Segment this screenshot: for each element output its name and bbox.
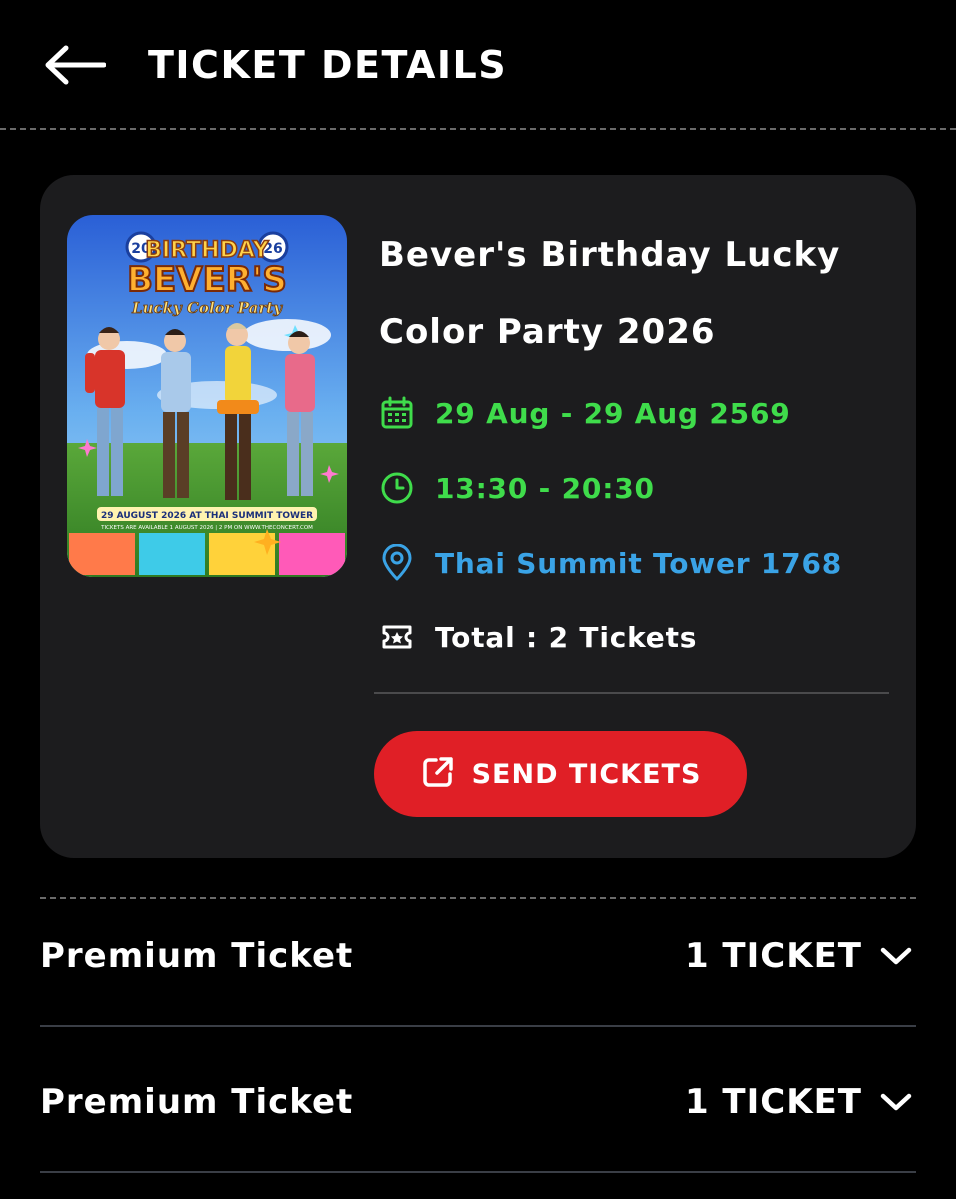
ticket-count: 1 TICKET (684, 1082, 862, 1122)
location-pin-icon (379, 544, 415, 581)
event-venue[interactable]: Thai Summit Tower 1768 (435, 547, 842, 580)
event-title-line-2: Color Party 2026 (379, 312, 716, 352)
ticket-count: 1 TICKET (684, 936, 862, 976)
ticket-name: Premium Ticket (40, 936, 354, 976)
poster-headline-2: BEVER'S (127, 260, 287, 300)
header-divider (0, 128, 956, 130)
event-poster[interactable]: 20 26 BIRTHDAY BEVER'S Lucky Color Party (67, 215, 347, 577)
event-total-row: Total : 2 Tickets (379, 612, 697, 662)
send-tickets-button[interactable]: SEND TICKETS (374, 731, 747, 817)
event-venue-row[interactable]: Thai Summit Tower 1768 (379, 538, 842, 588)
ticket-row[interactable]: Premium Ticket 1 TICKET (40, 1062, 916, 1142)
event-time-row: 13:30 - 20:30 (379, 463, 655, 513)
event-total: Total : 2 Tickets (435, 620, 698, 654)
arrow-left-icon (45, 45, 106, 85)
event-title-line-1: Bever's Birthday Lucky (379, 235, 841, 275)
event-time: 13:30 - 20:30 (435, 471, 655, 505)
chevron-down-icon[interactable] (876, 1082, 916, 1122)
send-tickets-label: SEND TICKETS (471, 758, 702, 790)
event-poster-image: 20 26 BIRTHDAY BEVER'S Lucky Color Party (67, 215, 347, 577)
event-date: 29 Aug - 29 Aug 2569 (435, 396, 791, 430)
clock-icon (379, 470, 415, 506)
external-link-icon (420, 754, 456, 794)
event-card: 20 26 BIRTHDAY BEVER'S Lucky Color Party (40, 175, 916, 858)
header: TICKET DETAILS (0, 0, 956, 130)
poster-footer: TICKETS ARE AVAILABLE 1 AUGUST 2026 | 2 … (100, 525, 313, 531)
poster-banner: 29 AUGUST 2026 AT THAI SUMMIT TOWER (101, 511, 313, 521)
ticket-name: Premium Ticket (40, 1082, 354, 1122)
ticket-row-divider (40, 1025, 916, 1027)
section-divider (40, 897, 916, 899)
calendar-icon (379, 395, 415, 431)
ticket-row-divider (40, 1171, 916, 1173)
poster-tagline: Lucky Color Party (131, 299, 283, 317)
event-title: Bever's Birthday Lucky Color Party 2026 (379, 217, 889, 371)
chevron-down-icon[interactable] (876, 936, 916, 976)
ticket-row[interactable]: Premium Ticket 1 TICKET (40, 916, 916, 996)
ticket-icon (379, 619, 415, 655)
page-title: TICKET DETAILS (148, 43, 508, 87)
card-divider (374, 692, 889, 694)
event-date-row: 29 Aug - 29 Aug 2569 (379, 388, 791, 438)
back-button[interactable] (38, 38, 110, 92)
